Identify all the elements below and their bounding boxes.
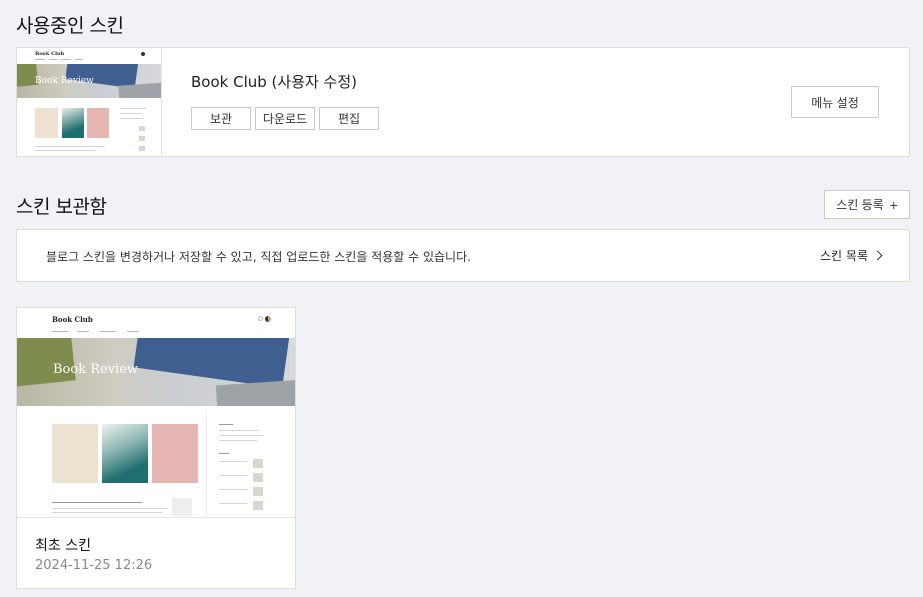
thumb-hero-image: Book Review xyxy=(17,64,161,98)
saved-thumb-logo: Book Club xyxy=(52,315,93,324)
plus-icon: + xyxy=(889,196,898,213)
archive-button[interactable]: 보관 xyxy=(191,107,251,130)
skin-list-link[interactable]: 스킨 목록 xyxy=(820,247,883,264)
active-skin-name: Book Club (사용자 수정) xyxy=(191,73,358,91)
register-skin-label: 스킨 등록 xyxy=(836,198,884,212)
saved-skin-card[interactable]: Book Club Book Review 최초 스킨 2024-11-25 1… xyxy=(16,307,296,589)
thumb-logo: Book Club xyxy=(35,51,65,57)
menu-settings-button[interactable]: 메뉴 설정 xyxy=(791,86,879,118)
storage-info-bar: 블로그 스킨을 변경하거나 저장할 수 있고, 직접 업로드한 스킨을 적용할 … xyxy=(16,229,910,282)
thumb-theme-icon xyxy=(141,52,145,56)
chevron-right-icon xyxy=(872,250,883,261)
thumb-theme-icon xyxy=(265,316,271,322)
active-skin-title: 사용중인 스킨 xyxy=(16,15,124,37)
saved-skin-date: 2024-11-25 12:26 xyxy=(35,558,153,573)
saved-skin-thumbnail[interactable]: Book Club Book Review xyxy=(17,308,295,518)
saved-thumb-hero-text: Book Review xyxy=(53,362,139,377)
storage-info-text: 블로그 스킨을 변경하거나 저장할 수 있고, 직접 업로드한 스킨을 적용할 … xyxy=(46,250,471,264)
active-skin-thumbnail[interactable]: Book Club Book Review xyxy=(17,48,162,156)
skin-storage-title: 스킨 보관함 xyxy=(16,196,107,218)
thumb-hero-text: Book Review xyxy=(35,76,94,86)
edit-button[interactable]: 편집 xyxy=(319,107,379,130)
saved-skin-name: 최초 스킨 xyxy=(35,538,91,554)
download-button[interactable]: 다운로드 xyxy=(255,107,315,130)
register-skin-button[interactable]: 스킨 등록 + xyxy=(824,190,910,219)
active-skin-card: Book Club Book Review Book Club (사용자 수정)… xyxy=(16,47,910,157)
saved-thumb-hero-image: Book Review xyxy=(17,338,295,406)
skin-list-link-label: 스킨 목록 xyxy=(820,249,868,263)
thumb-search-icon xyxy=(258,316,263,321)
